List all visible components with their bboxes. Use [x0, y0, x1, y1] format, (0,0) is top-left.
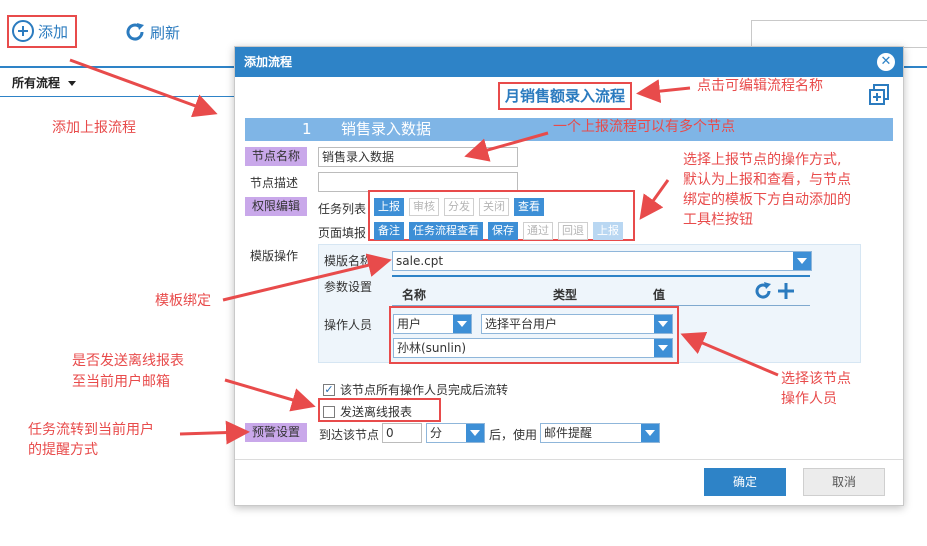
arrow-select-op: [680, 331, 779, 377]
arrow-add: [69, 58, 218, 118]
arrow-offline: [224, 378, 316, 412]
arrow-template: [222, 253, 392, 302]
arrow-edit-name: [636, 79, 691, 104]
arrow-op-mode: [639, 179, 670, 220]
arrow-multi-node: [464, 131, 549, 162]
annotation-arrows: [69, 58, 779, 445]
arrow-remind: [179, 420, 250, 445]
